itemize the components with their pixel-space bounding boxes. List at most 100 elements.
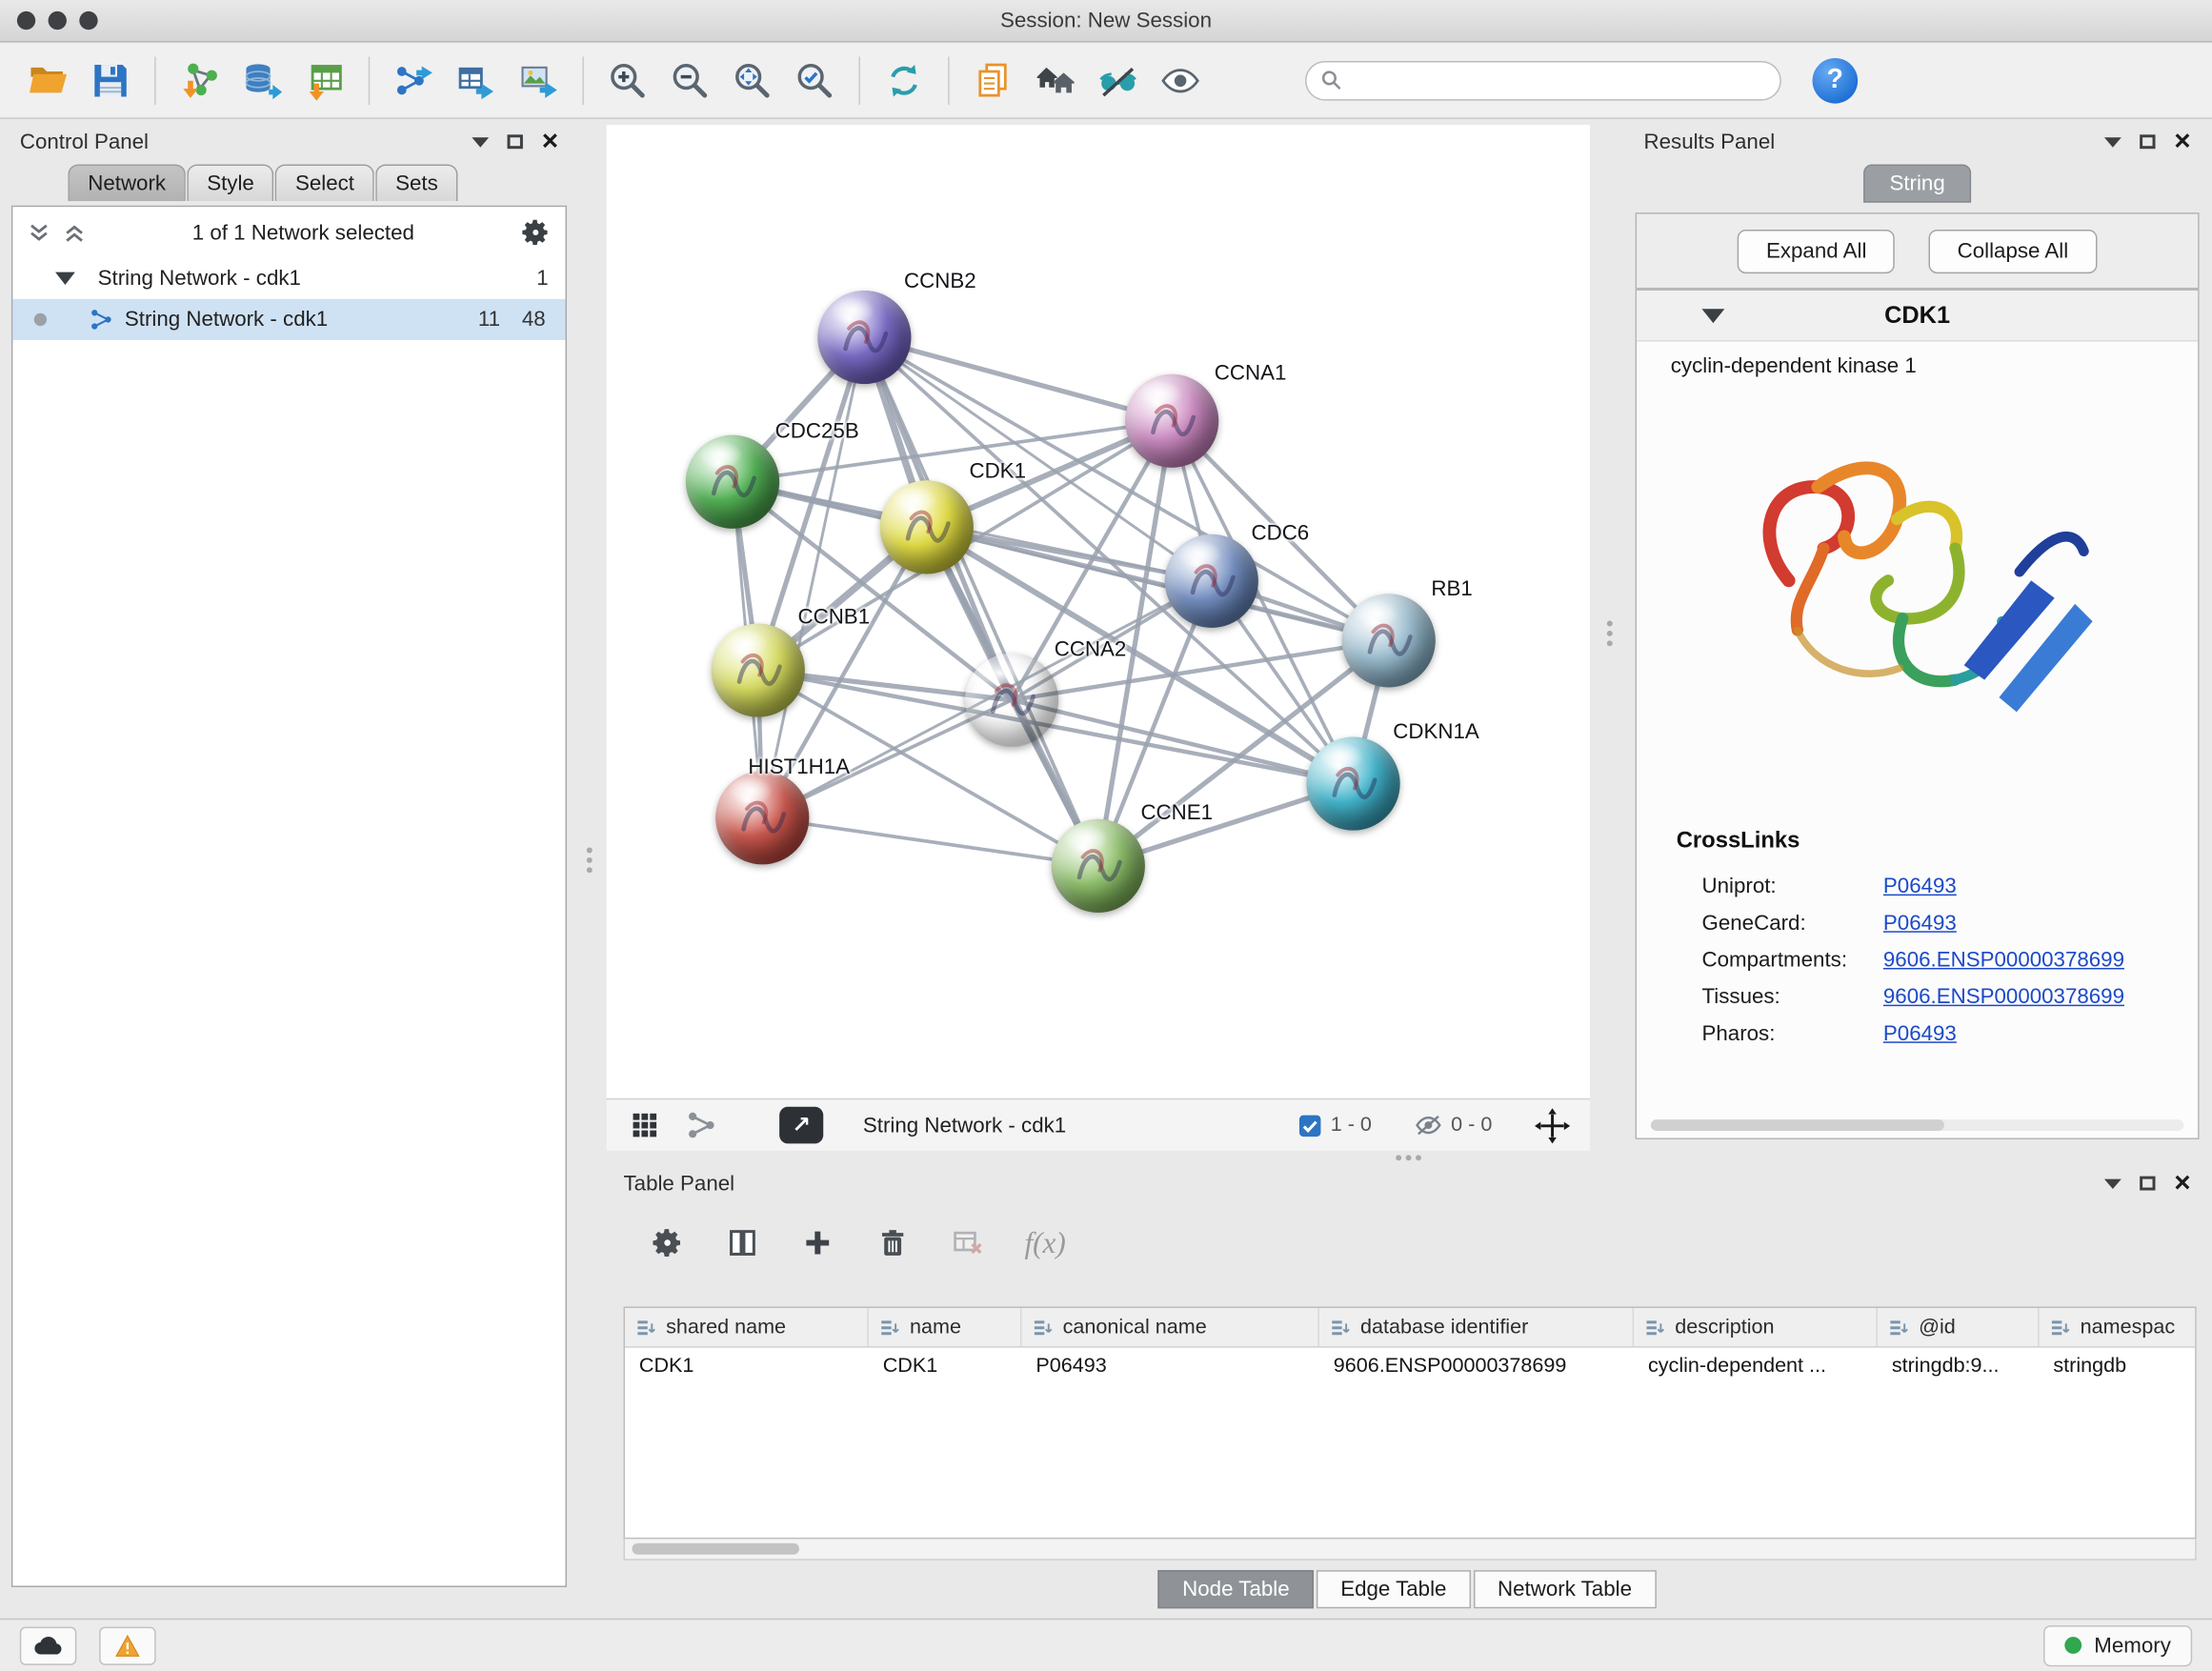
table-horizontal-scrollbar[interactable] xyxy=(624,1539,2197,1560)
panel-close-icon[interactable]: × xyxy=(542,128,558,156)
crosslink-link[interactable]: P06493 xyxy=(1883,1021,1957,1045)
network-node-cdkn1a[interactable] xyxy=(1306,737,1399,831)
warnings-button[interactable] xyxy=(99,1626,156,1664)
tab-style[interactable]: Style xyxy=(187,165,273,202)
table-cell-description[interactable]: cyclin-dependent ... xyxy=(1634,1348,1878,1388)
delete-table-button[interactable] xyxy=(950,1224,987,1261)
table-cell-database-identifier[interactable]: 9606.ENSP00000378699 xyxy=(1319,1348,1634,1388)
tab-select[interactable]: Select xyxy=(275,165,374,202)
add-column-button[interactable] xyxy=(799,1224,836,1261)
export-image-button[interactable] xyxy=(508,49,570,111)
gear-icon[interactable] xyxy=(520,217,552,249)
network-from-table-button[interactable] xyxy=(445,49,507,111)
crosslink-link[interactable]: P06493 xyxy=(1883,874,1957,897)
network-node-ccna1[interactable] xyxy=(1125,374,1218,468)
column-header-shared-name[interactable]: shared name xyxy=(625,1308,869,1346)
network-node-cdc25b[interactable] xyxy=(686,435,779,529)
hidden-eye-icon[interactable] xyxy=(1415,1114,1443,1137)
column-header-canonical-name[interactable]: canonical name xyxy=(1021,1308,1318,1346)
table-cell-canonical-name[interactable]: P06493 xyxy=(1021,1348,1318,1388)
memory-button[interactable]: Memory xyxy=(2043,1624,2192,1665)
network-edge-ccnb2-hist1h1a[interactable] xyxy=(762,337,864,817)
expand-all-chevrons-icon[interactable] xyxy=(27,220,50,244)
collapse-all-chevrons-icon[interactable] xyxy=(62,220,86,244)
import-network-database-button[interactable] xyxy=(231,49,292,111)
collapse-all-button[interactable]: Collapse All xyxy=(1929,229,2097,272)
panel-collapse-icon[interactable] xyxy=(473,137,490,147)
column-header-namespac[interactable]: namespac xyxy=(2040,1308,2197,1346)
table-cell-shared-name[interactable]: CDK1 xyxy=(625,1348,869,1388)
network-node-ccnb1[interactable] xyxy=(712,624,805,717)
import-table-button[interactable] xyxy=(293,49,355,111)
panel-collapse-icon[interactable] xyxy=(2104,1178,2122,1188)
column-header-description[interactable]: description xyxy=(1634,1308,1878,1346)
crosslink-link[interactable]: 9606.ENSP00000378699 xyxy=(1883,947,2124,971)
window-minimize-button[interactable] xyxy=(49,11,67,30)
refresh-layout-button[interactable] xyxy=(873,49,935,111)
tab-node-table[interactable]: Node Table xyxy=(1158,1570,1314,1608)
network-node-cdk1[interactable] xyxy=(880,480,974,574)
network-node-ccnb2[interactable] xyxy=(817,291,911,384)
show-columns-button[interactable] xyxy=(724,1224,761,1261)
table-cell-namespac[interactable]: stringdb xyxy=(2040,1348,2197,1388)
tab-network-table[interactable]: Network Table xyxy=(1474,1570,1657,1608)
copy-document-button[interactable] xyxy=(962,49,1024,111)
network-edge-ccne1-hist1h1a[interactable] xyxy=(762,817,1098,866)
network-overview-button[interactable] xyxy=(683,1107,720,1144)
export-network-button[interactable]: ↗ xyxy=(779,1107,823,1144)
search-box[interactable] xyxy=(1305,60,1781,100)
expand-all-button[interactable]: Expand All xyxy=(1738,229,1895,272)
splitter-left[interactable] xyxy=(587,848,593,874)
import-network-file-button[interactable] xyxy=(169,49,231,111)
hide-glasses-button[interactable] xyxy=(1087,49,1149,111)
gene-header-row[interactable]: CDK1 xyxy=(1637,291,2198,342)
zoom-fit-button[interactable] xyxy=(721,49,783,111)
tab-network[interactable]: Network xyxy=(68,165,185,202)
help-button[interactable]: ? xyxy=(1813,57,1859,103)
zoom-selected-button[interactable] xyxy=(784,49,846,111)
show-eye-button[interactable] xyxy=(1149,49,1211,111)
home-view-button[interactable] xyxy=(1024,49,1086,111)
network-node-cdc6[interactable] xyxy=(1165,534,1258,628)
window-zoom-button[interactable] xyxy=(79,11,97,30)
selected-checkbox-icon[interactable] xyxy=(1298,1113,1322,1137)
network-collection-row[interactable]: String Network - cdk1 1 xyxy=(12,258,565,299)
network-node-rb1[interactable] xyxy=(1342,594,1436,687)
tab-sets[interactable]: Sets xyxy=(375,165,457,202)
network-canvas[interactable]: CCNB2CCNA1CDC25BCDK1CDC6RB1CCNB1CCNA2CDK… xyxy=(607,125,1590,1098)
open-session-button[interactable] xyxy=(17,49,79,111)
panel-float-icon[interactable] xyxy=(2141,1177,2156,1191)
table-data-row[interactable]: CDK1CDK1P064939606.ENSP00000378699cyclin… xyxy=(625,1348,2195,1388)
panel-close-icon[interactable]: × xyxy=(2174,1169,2190,1198)
zoom-in-button[interactable] xyxy=(596,49,658,111)
crosslink-link[interactable]: P06493 xyxy=(1883,911,1957,935)
table-scrollbar-thumb[interactable] xyxy=(632,1542,799,1554)
disclosure-triangle-icon[interactable] xyxy=(55,272,75,285)
network-node-ccne1[interactable] xyxy=(1052,819,1145,913)
cloud-status-button[interactable] xyxy=(20,1626,77,1664)
table-settings-button[interactable] xyxy=(649,1224,686,1261)
network-edge-ccnb2-ccne1[interactable] xyxy=(864,337,1097,866)
function-builder-button[interactable]: f(x) xyxy=(1024,1225,1065,1260)
column-header-name[interactable]: name xyxy=(869,1308,1022,1346)
window-close-button[interactable] xyxy=(17,11,35,30)
gene-disclosure-icon[interactable] xyxy=(1701,309,1724,323)
panel-close-icon[interactable]: × xyxy=(2174,128,2190,156)
table-cell-name[interactable]: CDK1 xyxy=(869,1348,1022,1388)
tab-edge-table[interactable]: Edge Table xyxy=(1317,1570,1471,1608)
results-scrollbar-thumb[interactable] xyxy=(1651,1119,1944,1131)
zoom-out-button[interactable] xyxy=(659,49,721,111)
save-session-button[interactable] xyxy=(79,49,141,111)
tab-string[interactable]: String xyxy=(1864,165,1971,203)
splitter-right[interactable] xyxy=(1607,621,1613,647)
crosslink-link[interactable]: 9606.ENSP00000378699 xyxy=(1883,984,2124,1008)
search-input[interactable] xyxy=(1351,69,1766,91)
panel-collapse-icon[interactable] xyxy=(2104,137,2122,147)
clone-network-button[interactable] xyxy=(383,49,445,111)
panel-float-icon[interactable] xyxy=(2141,134,2156,149)
column-header-id[interactable]: @id xyxy=(1878,1308,2040,1346)
network-node-ccna2[interactable] xyxy=(965,654,1058,747)
delete-column-button[interactable] xyxy=(875,1224,912,1261)
pan-crosshair-icon[interactable] xyxy=(1535,1107,1570,1142)
network-node-hist1h1a[interactable] xyxy=(715,771,809,864)
